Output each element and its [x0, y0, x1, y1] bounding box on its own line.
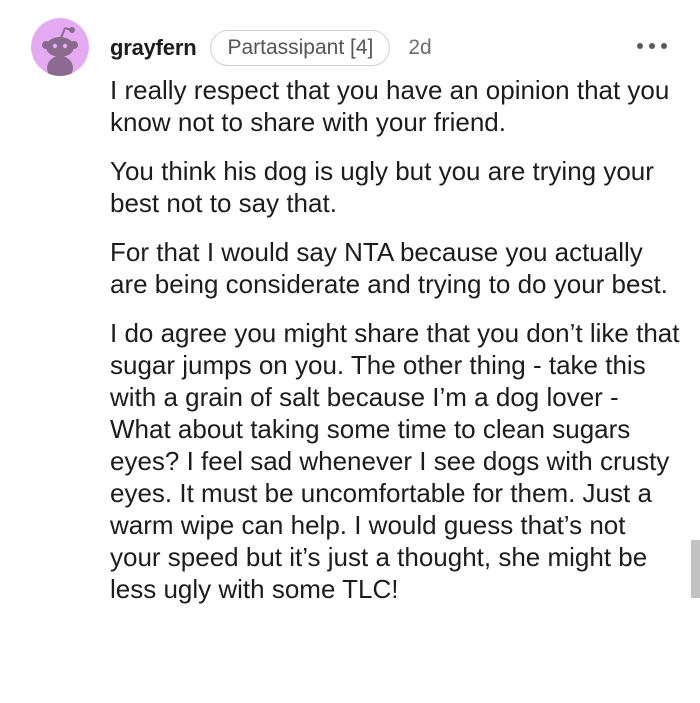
- more-options-icon[interactable]: [637, 36, 667, 56]
- comment-paragraph: You think his dog is ugly but you are tr…: [110, 156, 654, 218]
- comment-paragraph: I do agree you might share that you don’…: [110, 318, 680, 604]
- comment-body: I really respect that you have an opinio…: [110, 74, 680, 622]
- scrollbar-thumb[interactable]: [691, 540, 700, 598]
- comment-timestamp: 2d: [408, 36, 432, 59]
- comment-header: grayfern Partassipant [4] 2d: [110, 29, 432, 67]
- reddit-snoo-avatar-icon: [31, 18, 89, 76]
- dot: [649, 43, 655, 49]
- username-link[interactable]: grayfern: [110, 35, 197, 61]
- comment-paragraph: I really respect that you have an opinio…: [110, 75, 670, 137]
- dot: [661, 43, 667, 49]
- comment-paragraph: For that I would say NTA because you act…: [110, 237, 668, 299]
- user-flair-badge: Partassipant [4]: [210, 30, 391, 66]
- dot: [637, 43, 643, 49]
- user-avatar[interactable]: [31, 18, 89, 76]
